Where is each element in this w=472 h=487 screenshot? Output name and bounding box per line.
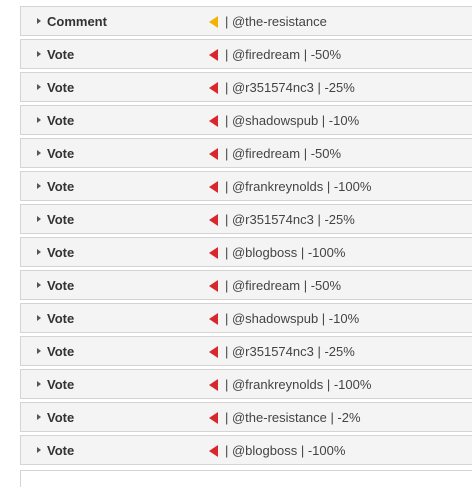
activity-info: | @r351574nc3 | -25% — [225, 344, 355, 359]
downvote-flag-icon — [209, 247, 218, 259]
downvote-flag-icon — [209, 280, 218, 292]
activity-kind: Vote — [47, 47, 75, 62]
activity-kind: Vote — [47, 410, 75, 425]
next-row-edge — [20, 470, 472, 487]
activity-row-vote[interactable]: Vote | @firedream | -50% — [20, 39, 472, 69]
comment-flag-icon — [209, 16, 218, 28]
activity-kind: Vote — [47, 245, 75, 260]
activity-info: | @blogboss | -100% — [225, 443, 346, 458]
activity-kind: Vote — [47, 278, 75, 293]
activity-kind: Vote — [47, 344, 75, 359]
downvote-flag-icon — [209, 313, 218, 325]
activity-kind: Comment — [47, 14, 107, 29]
caret-right-icon[interactable] — [37, 84, 41, 90]
downvote-flag-icon — [209, 82, 218, 94]
activity-row-vote[interactable]: Vote | @firedream | -50% — [20, 270, 472, 300]
caret-right-icon[interactable] — [37, 249, 41, 255]
downvote-flag-icon — [209, 49, 218, 61]
downvote-flag-icon — [209, 412, 218, 424]
downvote-flag-icon — [209, 445, 218, 457]
activity-kind: Vote — [47, 443, 75, 458]
activity-info: | @shadowspub | -10% — [225, 311, 360, 326]
activity-kind: Vote — [47, 113, 75, 128]
activity-row-vote[interactable]: Vote | @frankreynolds | -100% — [20, 369, 472, 399]
activity-info: | @the-resistance — [225, 14, 327, 29]
activity-info: | @r351574nc3 | -25% — [225, 212, 355, 227]
activity-info: | @firedream | -50% — [225, 47, 342, 62]
activity-kind: Vote — [47, 377, 75, 392]
activity-row-vote[interactable]: Vote | @r351574nc3 | -25% — [20, 204, 472, 234]
activity-row-vote[interactable]: Vote | @blogboss | -100% — [20, 435, 472, 465]
activity-info: | @frankreynolds | -100% — [225, 179, 372, 194]
activity-row-vote[interactable]: Vote | @r351574nc3 | -25% — [20, 72, 472, 102]
activity-row-vote[interactable]: Vote | @firedream | -50% — [20, 138, 472, 168]
caret-right-icon[interactable] — [37, 282, 41, 288]
caret-right-icon[interactable] — [37, 348, 41, 354]
caret-right-icon[interactable] — [37, 315, 41, 321]
activity-row-vote[interactable]: Vote | @the-resistance | -2% — [20, 402, 472, 432]
downvote-flag-icon — [209, 379, 218, 391]
caret-right-icon[interactable] — [37, 381, 41, 387]
downvote-flag-icon — [209, 346, 218, 358]
activity-kind: Vote — [47, 212, 75, 227]
downvote-flag-icon — [209, 115, 218, 127]
caret-right-icon[interactable] — [37, 447, 41, 453]
activity-info: | @shadowspub | -10% — [225, 113, 360, 128]
activity-row-comment[interactable]: Comment | @the-resistance — [20, 6, 472, 36]
activity-kind: Vote — [47, 146, 75, 161]
downvote-flag-icon — [209, 181, 218, 193]
caret-right-icon[interactable] — [37, 414, 41, 420]
caret-right-icon[interactable] — [37, 51, 41, 57]
caret-right-icon[interactable] — [37, 18, 41, 24]
downvote-flag-icon — [209, 148, 218, 160]
activity-row-vote[interactable]: Vote | @r351574nc3 | -25% — [20, 336, 472, 366]
activity-info: | @the-resistance | -2% — [225, 410, 361, 425]
activity-row-vote[interactable]: Vote | @blogboss | -100% — [20, 237, 472, 267]
activity-row-vote[interactable]: Vote | @shadowspub | -10% — [20, 105, 472, 135]
activity-info: | @firedream | -50% — [225, 146, 342, 161]
activity-kind: Vote — [47, 311, 75, 326]
activity-info: | @firedream | -50% — [225, 278, 342, 293]
downvote-flag-icon — [209, 214, 218, 226]
activity-info: | @r351574nc3 | -25% — [225, 80, 355, 95]
activity-info: | @blogboss | -100% — [225, 245, 346, 260]
activity-row-vote[interactable]: Vote | @frankreynolds | -100% — [20, 171, 472, 201]
caret-right-icon[interactable] — [37, 183, 41, 189]
caret-right-icon[interactable] — [37, 150, 41, 156]
caret-right-icon[interactable] — [37, 216, 41, 222]
activity-kind: Vote — [47, 80, 75, 95]
activity-row-vote[interactable]: Vote | @shadowspub | -10% — [20, 303, 472, 333]
activity-kind: Vote — [47, 179, 75, 194]
activity-info: | @frankreynolds | -100% — [225, 377, 372, 392]
caret-right-icon[interactable] — [37, 117, 41, 123]
